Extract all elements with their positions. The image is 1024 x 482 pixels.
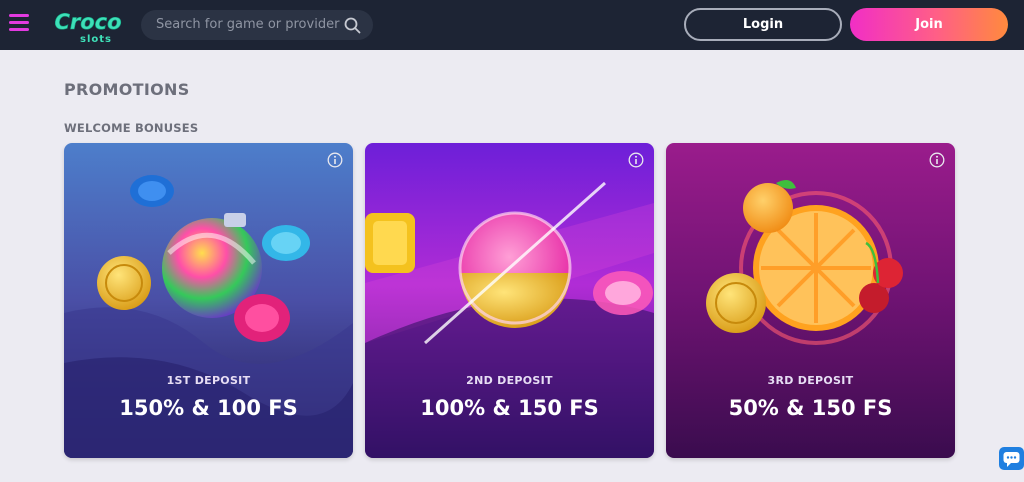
chat-button[interactable] xyxy=(999,447,1024,470)
join-button[interactable]: Join xyxy=(850,8,1008,41)
top-header: Croco slots Search for game or provider … xyxy=(0,0,1024,50)
croco-slots-logo[interactable]: Croco slots xyxy=(43,4,133,46)
info-icon[interactable] xyxy=(929,152,945,168)
search-icon[interactable] xyxy=(344,17,361,34)
chat-icon xyxy=(1003,452,1020,467)
promotion-card-2[interactable]: 2ND DEPOSIT 100% & 150 FS xyxy=(365,143,654,458)
info-icon[interactable] xyxy=(628,152,644,168)
deposit-label: 1ST DEPOSIT xyxy=(166,374,251,387)
section-title: WELCOME BONUSES xyxy=(64,121,199,135)
deposit-label: 3RD DEPOSIT xyxy=(767,374,854,387)
bonus-amount: 100% & 150 FS xyxy=(420,396,599,420)
promotion-card-3[interactable]: 3RD DEPOSIT 50% & 150 FS xyxy=(666,143,955,458)
search-input[interactable]: Search for game or provider xyxy=(141,10,373,40)
bonus-amount: 150% & 100 FS xyxy=(119,396,298,420)
svg-text:slots: slots xyxy=(80,34,112,45)
deposit-label: 2ND DEPOSIT xyxy=(466,374,553,387)
promotion-card-1[interactable]: 1ST DEPOSIT 150% & 100 FS xyxy=(64,143,353,458)
svg-text:Croco: Croco xyxy=(54,10,121,34)
search-placeholder: Search for game or provider xyxy=(156,17,340,32)
page-title: PROMOTIONS xyxy=(64,80,190,99)
menu-icon[interactable] xyxy=(9,14,29,34)
bonus-amount: 50% & 150 FS xyxy=(728,396,893,420)
info-icon[interactable] xyxy=(327,152,343,168)
login-button[interactable]: Login xyxy=(684,8,842,41)
